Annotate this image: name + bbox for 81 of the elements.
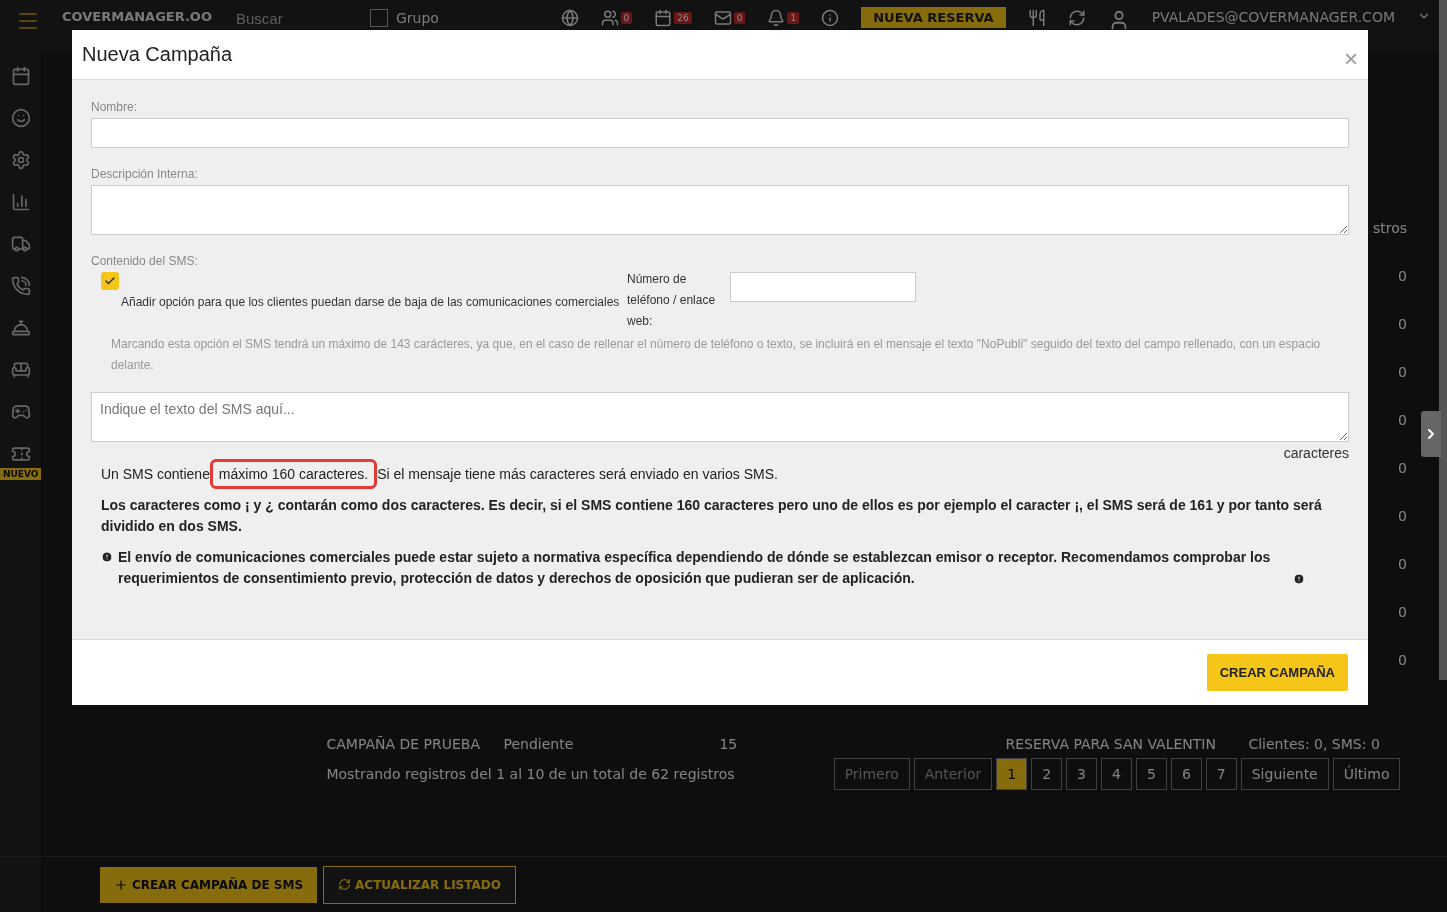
table-cell: 0 [1398,364,1407,380]
legal-note: El envío de comunicaciones comerciales puede estar sujeto a normativa específica dependiendo de dónde se establezcan emisor o receptor. Recomendamos comprobar los requerimientos de consentimiento previo, protección de datos y derechos de oposición que pudieran ser de aplicación. [118,548,1272,588]
expand-handle[interactable] [1421,411,1441,457]
close-button[interactable]: × [1344,44,1358,73]
table-cell-text: Clientes: 0, SMS: 0 [1248,736,1381,752]
globe-icon[interactable] [560,9,579,27]
refresh-icon[interactable] [1067,9,1086,27]
settings-icon[interactable] [10,150,31,170]
note-text: Si el mensaje tiene más caracteres será enviado en varios SMS. [376,466,778,482]
page-button[interactable]: 6 [1170,758,1202,790]
scrollbar[interactable] [1439,0,1447,680]
name-field[interactable] [91,118,1349,148]
optout-label: Añadir opción para que los clientes puedan darse de baja de las comunicaciones comerciales [121,294,621,311]
search-field[interactable]: Buscar [234,9,348,28]
chart-icon[interactable] [10,192,31,212]
calendar-icon[interactable] [10,66,31,86]
calendar-icon[interactable] [654,9,673,27]
field-label: Nombre: [91,100,138,114]
refresh-icon [338,878,352,891]
create-campaign-button[interactable]: CREAR CAMPAÑA [1206,654,1348,691]
utensils-icon[interactable] [1027,9,1046,27]
mail-icon[interactable] [713,9,732,27]
group-label: Grupo [396,10,439,26]
field-label: Número de teléfono / enlace web: [627,271,717,330]
character-counter: caracteres [1283,445,1349,461]
new-badge: NUEVO [0,468,42,480]
create-sms-campaign-button[interactable]: CREAR CAMPAÑA DE SMS [100,866,318,903]
page-button[interactable]: 4 [1101,758,1132,790]
table-cell: 0 [1398,652,1407,668]
count-badge: 0 [620,12,633,24]
brand-name[interactable]: COVERMANAGER.OO [62,9,212,24]
page-button[interactable]: 5 [1135,758,1167,790]
table-cell-text: Pendiente [503,736,575,752]
page-button[interactable]: 3 [1066,758,1098,790]
new-booking-button[interactable]: NUEVA RESERVA [861,7,1006,28]
table-cell-text: CAMPAÑA DE PRUEBA [326,736,482,752]
page-button[interactable]: Último [1332,758,1401,790]
sms-text-field[interactable]: Indique el texto del SMS aquí... [91,392,1349,442]
table-cell: 0 [1398,316,1407,332]
table-cell: 0 [1398,412,1407,428]
user-email[interactable]: PVALADES@COVERMANAGER.COM [1151,9,1395,25]
highlight-annotation: máximo 160 caracteres. [209,459,378,489]
users-icon[interactable] [600,9,619,27]
table-icon[interactable] [10,360,31,380]
count-badge: 26 [674,12,692,24]
smiley-icon[interactable] [10,108,31,128]
characters-note: Los caracteres como ¡ y ¿ contarán como dos caracteres. Es decir, si el SMS contiene 160 caracteres pero uno de ellos es por ejemplo el caracter ¡, el SMS será de 161 y por tanto será dividido en dos SMS. [101,496,1323,536]
page-button[interactable]: 7 [1205,758,1237,790]
note-text: Un SMS contiene [101,466,211,482]
records-summary: Mostrando registros del 1 al 10 de un total de 62 registros [326,766,735,782]
table-cell: 0 [1398,556,1407,572]
table-cell: 0 [1398,508,1407,524]
bell-icon[interactable] [10,318,31,338]
optout-checkbox[interactable] [101,272,119,290]
check-icon [104,275,116,287]
group-checkbox[interactable] [370,9,388,27]
phone-icon[interactable] [10,276,31,296]
table-cell: 0 [1398,460,1407,476]
optout-hint: Marcando esta opción el SMS tendrá un máximo de 143 carácteres, ya que, en el caso de rellenar el número de teléfono o texto, se incluirá en el mensaje el texto "NoPubli" seguido del texto del campo rellenado, con un espacio delante. [111,336,1322,374]
info-icon[interactable] [821,9,840,27]
ticket-icon[interactable] [10,444,31,464]
page-button[interactable]: 1 [996,758,1028,790]
column-header: stros [1372,220,1407,236]
gamepad-icon[interactable] [10,402,31,422]
table-cell-text: 15 [719,736,739,752]
field-label: Descripción Interna: [91,167,199,181]
field-label: Contenido del SMS: [91,254,199,268]
refresh-list-button[interactable]: ACTUALIZAR LISTADO [323,865,516,904]
page-button[interactable]: Siguiente [1240,758,1329,790]
alarm-icon[interactable] [767,9,786,27]
table-cell-text: RESERVA PARA SAN VALENTIN [1005,736,1217,752]
count-badge: 0 [733,12,746,24]
plus-icon [114,877,128,892]
table-cell: 0 [1398,268,1407,284]
phone-field[interactable] [730,272,916,302]
dialog-title: Nueva Campaña [82,43,233,66]
count-badge: 1 [787,12,800,24]
truck-icon[interactable] [10,234,31,254]
description-field[interactable] [91,185,1349,235]
page-button[interactable]: 2 [1031,758,1063,790]
table-cell: 0 [1398,604,1407,620]
